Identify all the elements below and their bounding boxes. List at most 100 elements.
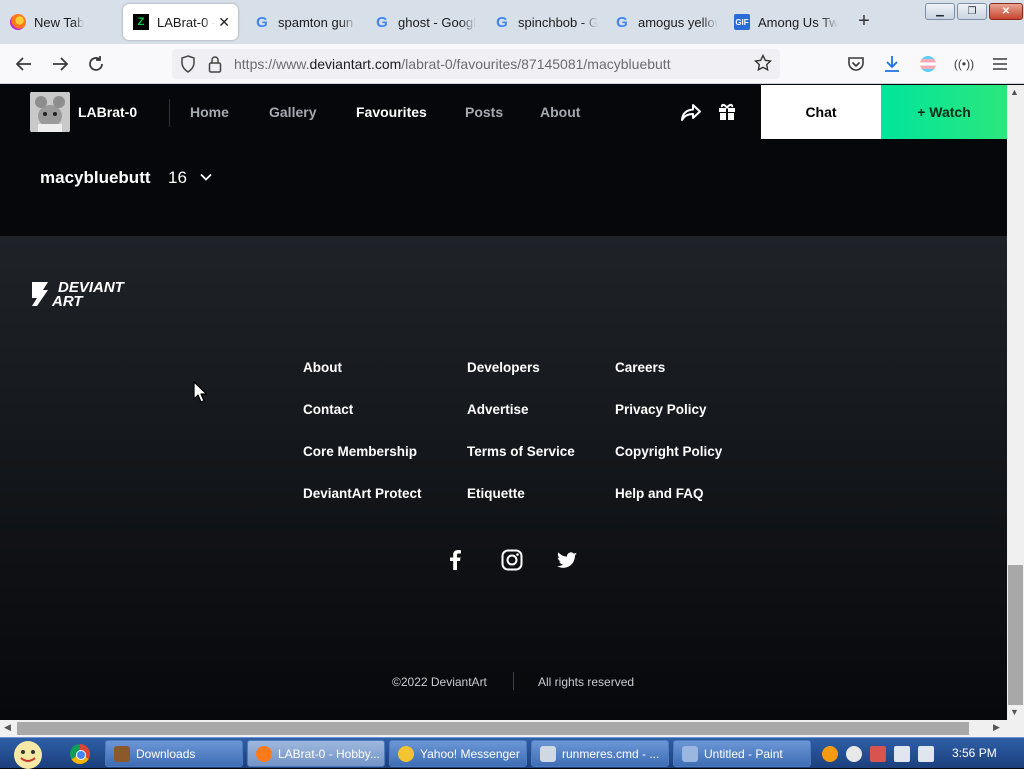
back-icon[interactable] — [12, 52, 36, 76]
footer-link-privacy-policy[interactable]: Privacy Policy — [615, 402, 707, 417]
footer-link-copyright-policy[interactable]: Copyright Policy — [615, 444, 722, 459]
footer-link-core-membership[interactable]: Core Membership — [303, 444, 417, 459]
twitter-icon[interactable] — [555, 548, 579, 572]
paint-icon — [682, 745, 698, 762]
footer-link-etiquette[interactable]: Etiquette — [467, 486, 525, 501]
taskbar-item-firefox[interactable]: LABrat-0 - Hobby... — [247, 740, 385, 767]
instagram-icon[interactable] — [500, 548, 524, 572]
search-icon[interactable] — [822, 745, 838, 762]
tab-spamton-gun[interactable]: G spamton gun — [244, 4, 356, 40]
avatar[interactable] — [30, 92, 70, 132]
google-icon: G — [376, 13, 388, 31]
tab-labrat-profile[interactable]: Z LABrat-0 - Hobbyist ✕ — [123, 4, 238, 40]
chevron-down-icon[interactable] — [199, 170, 213, 184]
watch-button[interactable]: + Watch — [881, 85, 1007, 139]
tab-label: ghost - Google — [398, 14, 476, 30]
notepad-icon — [540, 745, 556, 762]
footer-link-about[interactable]: About — [303, 360, 342, 375]
extension-icon[interactable]: ((•)) — [952, 52, 976, 76]
scroll-right-icon[interactable]: ▶ — [993, 722, 1000, 733]
tab-ghost[interactable]: G ghost - Google — [364, 4, 478, 40]
scroll-left-icon[interactable]: ◀ — [4, 722, 11, 733]
gift-icon[interactable] — [717, 101, 737, 121]
horizontal-scrollbar[interactable]: ◀ ▶ — [0, 720, 1007, 737]
messenger-tray-icon[interactable] — [846, 745, 862, 762]
footer-link-advertise[interactable]: Advertise — [467, 402, 529, 417]
chrome-icon[interactable] — [70, 744, 90, 764]
taskbar-item-label: Yahoo! Messenger — [420, 746, 520, 761]
start-button[interactable] — [8, 738, 48, 769]
minimize-button[interactable]: ▁ — [925, 3, 955, 20]
taskbar-item-downloads[interactable]: Downloads — [105, 740, 243, 767]
footer-link-deviantart-protect[interactable]: DeviantArt Protect — [303, 486, 422, 501]
horizontal-scroll-thumb[interactable] — [17, 722, 969, 735]
facebook-icon[interactable] — [443, 548, 467, 572]
close-window-button[interactable]: ✕ — [989, 3, 1023, 20]
footer-link-help-and-faq[interactable]: Help and FAQ — [615, 486, 704, 501]
share-icon[interactable] — [680, 101, 702, 123]
vertical-scroll-thumb[interactable] — [1008, 565, 1023, 705]
address-bar[interactable]: https://www.deviantart.com/labrat-0/favo… — [172, 49, 780, 79]
taskbar-item-cmd[interactable]: runmeres.cmd - ... — [531, 740, 669, 767]
mouse-cursor-icon — [193, 381, 208, 403]
nav-about[interactable]: About — [540, 104, 580, 120]
pocket-icon[interactable] — [844, 52, 868, 76]
windows-taskbar: Downloads LABrat-0 - Hobby... Yahoo! Mes… — [0, 737, 1024, 769]
collection-name[interactable]: macybluebutt — [40, 168, 151, 188]
tab-label: LABrat-0 - Hobbyist — [157, 14, 215, 30]
taskbar-item-label: Untitled - Paint — [704, 746, 783, 761]
tab-amogus-yellow[interactable]: G amogus yellow — [604, 4, 718, 40]
menu-icon[interactable] — [988, 52, 1012, 76]
site-footer: DEVIANT ART About Contact Core Membershi… — [0, 236, 1007, 720]
taskbar-item-yahoo-messenger[interactable]: Yahoo! Messenger — [389, 740, 527, 767]
chat-button[interactable]: Chat — [761, 85, 881, 139]
volume-icon[interactable] — [918, 745, 934, 762]
footer-divider — [513, 672, 514, 690]
url-path: /labrat-0/favourites/87145081/macybluebu… — [401, 56, 671, 72]
firefox-icon — [10, 14, 26, 30]
nav-favourites[interactable]: Favourites — [356, 104, 427, 120]
deviantart-logo[interactable]: DEVIANT ART — [30, 278, 140, 310]
url-text[interactable]: https://www.deviantart.com/labrat-0/favo… — [234, 56, 671, 72]
copyright-text: ©2022 DeviantArt — [392, 675, 487, 689]
tab-among-us-twerk[interactable]: GIF Among Us Twerk — [724, 4, 840, 40]
nav-home[interactable]: Home — [190, 104, 229, 120]
google-icon: G — [616, 13, 628, 31]
google-icon: G — [256, 13, 268, 31]
tab-spinchbob[interactable]: G spinchbob - Google — [484, 4, 598, 40]
scrollbar-corner — [1007, 720, 1024, 737]
firefox-icon — [256, 745, 272, 762]
footer-link-contact[interactable]: Contact — [303, 402, 353, 417]
nav-posts[interactable]: Posts — [465, 104, 503, 120]
profile-header: LABrat-0 Home Gallery Favourites Posts A… — [0, 85, 1007, 139]
footer-link-careers[interactable]: Careers — [615, 360, 665, 375]
taskbar-item-label: runmeres.cmd - ... — [562, 746, 660, 761]
tab-label: spinchbob - Google — [518, 14, 598, 30]
footer-link-developers[interactable]: Developers — [467, 360, 540, 375]
network-icon[interactable] — [894, 745, 910, 762]
bookmark-star-icon[interactable] — [753, 53, 773, 77]
account-avatar-icon[interactable] — [916, 52, 940, 76]
action-center-icon[interactable] — [870, 745, 886, 762]
scroll-up-icon[interactable]: ▲ — [1010, 87, 1019, 97]
lock-icon[interactable] — [208, 55, 222, 78]
taskbar-item-label: Downloads — [136, 746, 196, 761]
footer-link-terms-of-service[interactable]: Terms of Service — [467, 444, 575, 459]
profile-username[interactable]: LABrat-0 — [78, 104, 137, 120]
scroll-down-icon[interactable]: ▼ — [1010, 707, 1019, 717]
vertical-scrollbar[interactable]: ▲ ▼ — [1007, 85, 1024, 720]
new-tab-button[interactable]: + — [853, 10, 875, 32]
close-tab-icon[interactable]: ✕ — [218, 14, 230, 31]
taskbar-item-paint[interactable]: Untitled - Paint — [673, 740, 811, 767]
nav-gallery[interactable]: Gallery — [269, 104, 316, 120]
clock[interactable]: 3:56 PM — [952, 746, 997, 760]
browser-tab-strip: New Tab Z LABrat-0 - Hobbyist ✕ G spamto… — [0, 0, 1024, 44]
logo-line2: ART — [51, 293, 84, 310]
forward-icon[interactable] — [48, 52, 72, 76]
tracking-shield-icon[interactable] — [180, 55, 196, 78]
downloads-icon[interactable] — [880, 52, 904, 76]
deviantart-icon: Z — [133, 14, 149, 30]
restore-button[interactable]: ❐ — [957, 3, 987, 20]
reload-icon[interactable] — [84, 52, 108, 76]
tab-new-tab[interactable]: New Tab — [0, 4, 118, 40]
